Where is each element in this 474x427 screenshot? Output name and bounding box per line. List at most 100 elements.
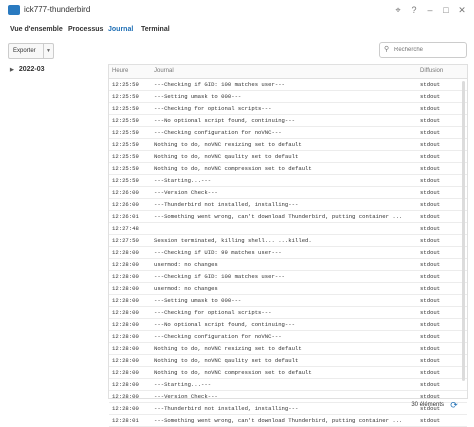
log-time: 12:25:59 xyxy=(112,129,139,136)
table-row[interactable]: 12:28:00 Nothing to do, noVNC resizing se… xyxy=(109,343,467,355)
table-row[interactable]: 12:25:59 Nothing to do, noVNC resizing se… xyxy=(109,139,467,151)
log-source: stdout xyxy=(420,273,441,280)
sidebar-item-label: 2022-03 xyxy=(18,66,45,73)
log-time: 12:25:59 xyxy=(112,93,139,100)
table-row[interactable]: 12:28:00 usermod: no changes stdout xyxy=(109,259,467,271)
log-message: ---Checking configuration for noVNC--- xyxy=(154,129,282,136)
log-source: stdout xyxy=(420,321,441,328)
log-source: stdout xyxy=(420,381,441,388)
log-time: 12:28:00 xyxy=(112,345,139,352)
log-source: stdout xyxy=(420,417,441,424)
log-time: 12:25:59 xyxy=(112,105,139,112)
tab-overview[interactable]: Vue d'ensemble xyxy=(10,26,63,33)
table-row[interactable]: 12:28:00 ---Setting umask to 000--- stdout xyxy=(109,295,467,307)
log-source: stdout xyxy=(420,93,441,100)
export-label: Exporter xyxy=(13,48,36,54)
tab-journal[interactable]: Journal xyxy=(108,26,133,33)
log-time: 12:26:00 xyxy=(112,201,139,208)
table-row[interactable]: 12:28:00 usermod: no changes stdout xyxy=(109,283,467,295)
refresh-icon[interactable]: ⟳ xyxy=(448,399,460,411)
log-source: stdout xyxy=(420,165,441,172)
minimize-icon[interactable]: – xyxy=(424,4,436,16)
search-box[interactable]: ⚲ xyxy=(379,42,467,58)
export-button[interactable]: Exporter ▼ xyxy=(8,43,54,59)
table-row[interactable]: 12:28:00 ---Checking if GID: 100 matches … xyxy=(109,271,467,283)
app-icon xyxy=(8,5,20,15)
table-row[interactable]: 12:26:01 ---Something went wrong, can't d… xyxy=(109,211,467,223)
table-row[interactable]: 12:28:00 ---Starting...--- stdout xyxy=(109,379,467,391)
log-message: ---Thunderbird not installed, installing… xyxy=(154,201,299,208)
log-source: stdout xyxy=(420,141,441,148)
log-time: 12:28:00 xyxy=(112,273,139,280)
log-message: Session terminated, killing shell... ...… xyxy=(154,237,312,244)
table-row[interactable]: 12:28:00 Nothing to do, noVNC qaulity set… xyxy=(109,355,467,367)
log-message: Nothing to do, noVNC compression set to … xyxy=(154,165,312,172)
log-source: stdout xyxy=(420,201,441,208)
column-header-time[interactable]: Heure xyxy=(112,68,128,74)
table-row[interactable]: 12:26:00 ---Version Check--- stdout xyxy=(109,187,467,199)
window-title: ick777-thunderbird xyxy=(24,5,91,14)
tab-processes[interactable]: Processus xyxy=(68,26,103,33)
log-time: 12:27:50 xyxy=(112,237,139,244)
log-message: Nothing to do, noVNC compression set to … xyxy=(154,369,312,376)
log-source: stdout xyxy=(420,117,441,124)
close-icon[interactable]: ✕ xyxy=(456,4,468,16)
log-time: 12:28:00 xyxy=(112,261,139,268)
table-row[interactable]: 12:25:59 ---Setting umask to 000--- stdout xyxy=(109,91,467,103)
chevron-right-icon[interactable]: ▶ xyxy=(10,67,14,73)
table-row[interactable]: 12:25:59 ---Checking configuration for no… xyxy=(109,127,467,139)
column-header-source[interactable]: Diffusion xyxy=(420,68,443,74)
maximize-icon[interactable]: □ xyxy=(440,4,452,16)
log-time: 12:28:00 xyxy=(112,249,139,256)
table-row[interactable]: 12:28:01 ---Something went wrong, can't d… xyxy=(109,415,467,427)
log-source: stdout xyxy=(420,153,441,160)
table-row[interactable]: 12:28:00 ---Checking configuration for no… xyxy=(109,331,467,343)
pin-icon[interactable]: ⌖ xyxy=(392,4,404,16)
log-message: ---Starting...--- xyxy=(154,381,212,388)
log-message: ---Checking if GID: 100 matches user--- xyxy=(154,81,285,88)
table-row[interactable]: 12:25:59 Nothing to do, noVNC compression… xyxy=(109,163,467,175)
table-row[interactable]: 12:28:00 ---Checking for optional scripts… xyxy=(109,307,467,319)
log-source: stdout xyxy=(420,261,441,268)
table-row[interactable]: 12:25:59 ---No optional script found, con… xyxy=(109,115,467,127)
log-time: 12:26:00 xyxy=(112,189,139,196)
scrollbar[interactable] xyxy=(462,81,465,381)
log-message: Nothing to do, noVNC qaulity set to defa… xyxy=(154,357,299,364)
log-source: stdout xyxy=(420,237,441,244)
search-input[interactable] xyxy=(394,43,462,57)
table-row[interactable]: 12:25:59 ---Checking for optional scripts… xyxy=(109,103,467,115)
table-row[interactable]: 12:28:00 Nothing to do, noVNC compression… xyxy=(109,367,467,379)
chevron-down-icon[interactable]: ▼ xyxy=(42,44,53,58)
log-message: ---Checking if GID: 100 matches user--- xyxy=(154,273,285,280)
log-message: usermod: no changes xyxy=(154,261,218,268)
log-table: Heure Journal Diffusion 12:25:59 ---Check… xyxy=(108,64,468,427)
tab-terminal[interactable]: Terminal xyxy=(141,26,170,33)
log-message: ---Checking for optional scripts--- xyxy=(154,309,272,316)
table-row[interactable]: 12:25:59 ---Checking if GID: 100 matches … xyxy=(109,79,467,91)
table-row[interactable]: 12:28:00 ---Checking if UID: 99 matches u… xyxy=(109,247,467,259)
log-message: ---Setting umask to 000--- xyxy=(154,297,242,304)
table-row[interactable]: 12:26:00 ---Thunderbird not installed, in… xyxy=(109,199,467,211)
log-message: ---Checking if UID: 99 matches user--- xyxy=(154,249,282,256)
log-source: stdout xyxy=(420,333,441,340)
table-row[interactable]: 12:27:48 stdout xyxy=(109,223,467,235)
sidebar-item-2022-03[interactable]: ▶ 2022-03 xyxy=(10,66,45,73)
log-time: 12:25:59 xyxy=(112,165,139,172)
log-message: usermod: no changes xyxy=(154,285,218,292)
table-row[interactable]: 12:25:59 Nothing to do, noVNC qaulity set… xyxy=(109,151,467,163)
tab-bar: Vue d'ensemble Processus Journal Termina… xyxy=(0,22,474,38)
log-message: ---Something went wrong, can't download … xyxy=(154,213,403,220)
log-source: stdout xyxy=(420,81,441,88)
log-source: stdout xyxy=(420,249,441,256)
log-source: stdout xyxy=(420,285,441,292)
table-row[interactable]: 12:25:59 ---Starting...--- stdout xyxy=(109,175,467,187)
column-header-log[interactable]: Journal xyxy=(154,68,174,74)
table-header: Heure Journal Diffusion xyxy=(109,65,467,79)
log-time: 12:27:48 xyxy=(112,225,139,232)
log-source: stdout xyxy=(420,129,441,136)
log-message: Nothing to do, noVNC resizing set to def… xyxy=(154,345,302,352)
table-row[interactable]: 12:28:00 ---No optional script found, con… xyxy=(109,319,467,331)
log-message: Nothing to do, noVNC qaulity set to defa… xyxy=(154,153,299,160)
help-icon[interactable]: ? xyxy=(408,4,420,16)
table-row[interactable]: 12:27:50 Session terminated, killing shel… xyxy=(109,235,467,247)
